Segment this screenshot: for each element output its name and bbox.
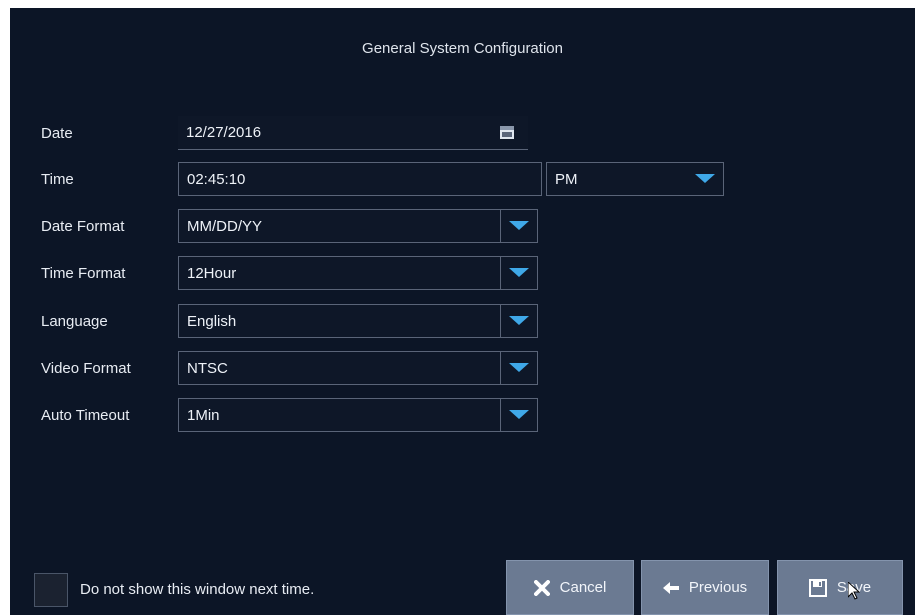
chevron-down-icon[interactable] [500, 352, 537, 384]
date-label: Date [41, 125, 73, 142]
time-field[interactable]: 02:45:10 [178, 162, 542, 196]
time-format-value: 12Hour [187, 265, 237, 282]
chevron-down-icon[interactable] [500, 399, 537, 431]
chevron-down-icon[interactable] [500, 257, 537, 289]
date-format-row: Date Format MM/DD/YY [10, 209, 915, 245]
time-label: Time [41, 171, 74, 188]
config-window: General System Configuration Date 12/27/… [10, 8, 915, 615]
date-row: Date 12/27/2016 [10, 116, 915, 152]
window-title: General System Configuration [362, 40, 563, 57]
ampm-select[interactable]: PM [546, 162, 724, 196]
floppy-disk-icon [808, 578, 827, 597]
auto-timeout-value: 1Min [187, 407, 220, 424]
close-icon [533, 579, 550, 596]
arrow-left-icon [662, 581, 679, 594]
previous-label: Previous [688, 579, 748, 596]
language-select[interactable]: English [178, 304, 538, 338]
time-format-select[interactable]: 12Hour [178, 256, 538, 290]
language-label: Language [41, 313, 108, 330]
cancel-button[interactable]: Cancel [506, 560, 634, 615]
time-format-label: Time Format [41, 265, 126, 282]
date-format-select[interactable]: MM/DD/YY [178, 209, 538, 243]
video-format-value: NTSC [187, 360, 228, 377]
time-value: 02:45:10 [187, 171, 246, 188]
auto-timeout-label: Auto Timeout [41, 407, 130, 424]
cancel-label: Cancel [559, 579, 607, 596]
chevron-down-icon[interactable] [500, 210, 537, 242]
language-row: Language English [10, 304, 915, 340]
auto-timeout-row: Auto Timeout 1Min [10, 398, 915, 434]
language-value: English [187, 313, 237, 330]
chevron-down-icon[interactable] [687, 163, 723, 195]
video-format-row: Video Format NTSC [10, 351, 915, 387]
auto-timeout-select[interactable]: 1Min [178, 398, 538, 432]
dont-show-checkbox[interactable] [34, 573, 68, 607]
mouse-cursor-icon [847, 580, 861, 605]
dont-show-label: Do not show this window next time. [80, 581, 315, 598]
save-button[interactable]: Save [777, 560, 903, 615]
video-format-label: Video Format [41, 360, 131, 377]
calendar-icon[interactable] [498, 122, 516, 142]
date-format-value: MM/DD/YY [187, 218, 262, 235]
video-format-select[interactable]: NTSC [178, 351, 538, 385]
ampm-value: PM [555, 171, 578, 188]
previous-button[interactable]: Previous [641, 560, 769, 615]
time-format-row: Time Format 12Hour [10, 256, 915, 292]
chevron-down-icon[interactable] [500, 305, 537, 337]
time-row: Time 02:45:10 PM [10, 162, 915, 198]
date-format-label: Date Format [41, 218, 125, 235]
date-value: 12/27/2016 [186, 124, 262, 141]
date-field[interactable]: 12/27/2016 [178, 116, 528, 150]
